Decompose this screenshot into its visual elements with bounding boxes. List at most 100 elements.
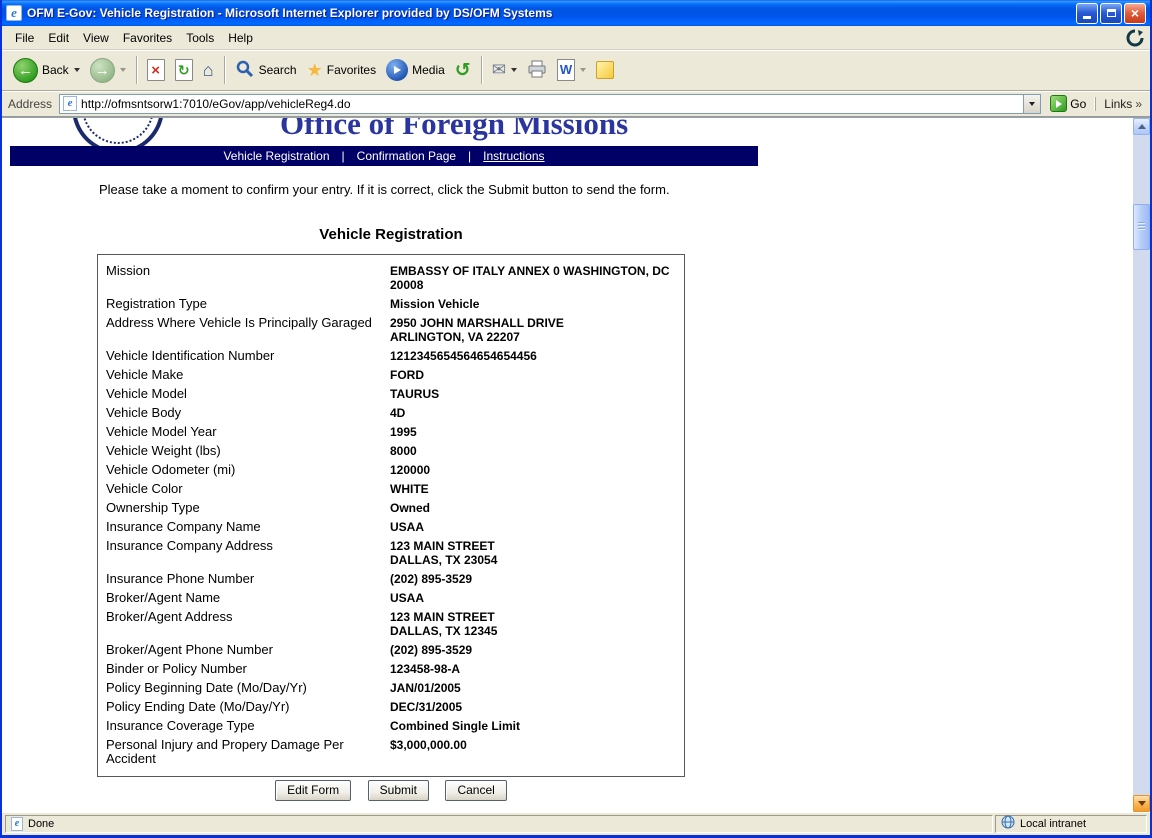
browser-window: e OFM E-Gov: Vehicle Registration - Micr… [0, 0, 1152, 838]
search-button[interactable]: Search [230, 56, 302, 85]
field-label: Insurance Coverage Type [98, 719, 390, 733]
menu-help[interactable]: Help [221, 28, 260, 48]
links-bar[interactable]: Links » [1095, 97, 1146, 111]
table-row: Broker/Agent Phone Number (202) 895-3529 [98, 640, 684, 659]
close-button[interactable]: × [1124, 3, 1146, 24]
field-value: Owned [390, 501, 684, 515]
maximize-button[interactable] [1100, 3, 1122, 24]
field-value: 4D [390, 406, 684, 420]
scrollbar-thumb[interactable] [1133, 204, 1150, 250]
home-button[interactable]: ⌂ [198, 57, 219, 84]
ie-logo-icon: e [6, 5, 22, 21]
chevron-down-icon [1029, 102, 1035, 106]
media-label: Media [412, 63, 445, 77]
field-label: Address Where Vehicle Is Principally Gar… [98, 316, 390, 344]
table-row: Broker/Agent Name USAA [98, 588, 684, 607]
field-label: Registration Type [98, 297, 390, 311]
nav-instructions-link[interactable]: Instructions [483, 149, 544, 163]
field-value: 123 MAIN STREET DALLAS, TX 23054 [390, 539, 684, 567]
nav-vehicle-registration[interactable]: Vehicle Registration [223, 149, 329, 163]
menu-file[interactable]: File [8, 28, 41, 48]
back-icon: ← [13, 58, 38, 83]
field-value: (202) 895-3529 [390, 643, 684, 657]
table-row: Vehicle Model Year 1995 [98, 422, 684, 441]
table-row: Binder or Policy Number 123458-98-A [98, 659, 684, 678]
forward-dropdown-icon [120, 68, 126, 72]
table-row: Vehicle Weight (lbs) 8000 [98, 441, 684, 460]
field-value: USAA [390, 591, 684, 605]
browser-viewport: Office of Foreign Missions Vehicle Regis… [2, 117, 1150, 812]
page-title: Vehicle Registration [97, 226, 685, 243]
mail-dropdown-icon[interactable] [511, 68, 517, 72]
refresh-button[interactable]: ↻ [170, 56, 198, 84]
field-label: Vehicle Model Year [98, 425, 390, 439]
table-row: Address Where Vehicle Is Principally Gar… [98, 313, 684, 346]
back-dropdown-icon[interactable] [74, 68, 80, 72]
field-value: 2950 JOHN MARSHALL DRIVE ARLINGTON, VA 2… [390, 316, 684, 344]
media-button[interactable]: Media [381, 56, 450, 84]
back-button[interactable]: ← Back [8, 55, 85, 86]
maximize-icon [1107, 9, 1116, 17]
address-url[interactable]: http://ofmsntsorw1:7010/eGov/app/vehicle… [81, 97, 1023, 111]
zone-text: Local intranet [1020, 818, 1086, 830]
table-row: Broker/Agent Address 123 MAIN STREET DAL… [98, 607, 684, 640]
field-label: Vehicle Make [98, 368, 390, 382]
field-value: TAURUS [390, 387, 684, 401]
menu-view[interactable]: View [76, 28, 116, 48]
edit-with-word-button[interactable]: W [552, 56, 591, 84]
print-button[interactable] [522, 57, 552, 84]
stop-button[interactable]: × [142, 56, 170, 84]
toolbar-separator [224, 56, 225, 84]
table-row: Insurance Phone Number (202) 895-3529 [98, 569, 684, 588]
nav-confirmation-page[interactable]: Confirmation Page [357, 149, 456, 163]
site-title: Office of Foreign Missions [280, 118, 628, 142]
search-icon [235, 59, 255, 82]
page-status-icon: e [11, 817, 23, 831]
brand-throbber-icon [1126, 29, 1144, 47]
mail-button[interactable]: ✉ [487, 57, 522, 83]
menu-bar: File Edit View Favorites Tools Help [2, 26, 1150, 50]
field-value: WHITE [390, 482, 684, 496]
field-label: Binder or Policy Number [98, 662, 390, 676]
messenger-button[interactable] [591, 58, 619, 82]
minimize-button[interactable] [1076, 3, 1098, 24]
scroll-down-icon [1138, 801, 1146, 806]
address-input[interactable]: e http://ofmsntsorw1:7010/eGov/app/vehic… [59, 94, 1041, 114]
go-button[interactable]: Go [1046, 94, 1090, 113]
scroll-down-button[interactable] [1133, 795, 1150, 812]
edit-form-button[interactable]: Edit Form [275, 780, 351, 801]
favorites-button[interactable]: ★ Favorites [302, 57, 382, 84]
menu-tools[interactable]: Tools [179, 28, 221, 48]
history-button[interactable]: ↺ [450, 56, 476, 85]
window-controls: × [1076, 3, 1146, 24]
table-row: Insurance Coverage Type Combined Single … [98, 716, 684, 735]
go-arrow-icon [1050, 95, 1067, 112]
messenger-icon [596, 61, 614, 79]
address-dropdown-button[interactable] [1023, 95, 1040, 113]
cancel-button[interactable]: Cancel [445, 780, 506, 801]
stop-icon: × [147, 59, 165, 81]
table-row: Vehicle Odometer (mi) 120000 [98, 460, 684, 479]
field-label: Insurance Company Address [98, 539, 390, 567]
links-label: Links [1104, 97, 1132, 111]
field-value: JAN/01/2005 [390, 681, 684, 695]
submit-button[interactable]: Submit [368, 780, 429, 801]
edit-dropdown-icon [580, 68, 586, 72]
menu-favorites[interactable]: Favorites [116, 28, 179, 48]
field-value: 1995 [390, 425, 684, 439]
page-nav: Vehicle Registration | Confirmation Page… [10, 146, 758, 166]
field-label: Broker/Agent Name [98, 591, 390, 605]
forward-button[interactable]: → [85, 55, 131, 86]
table-row: Policy Beginning Date (Mo/Day/Yr) JAN/01… [98, 678, 684, 697]
table-row: Personal Injury and Propery Damage Per A… [98, 735, 684, 768]
table-row: Insurance Company Name USAA [98, 517, 684, 536]
menu-edit[interactable]: Edit [41, 28, 76, 48]
address-bar: Address e http://ofmsntsorw1:7010/eGov/a… [2, 91, 1150, 117]
toolbar: ← Back → × ↻ ⌂ Search ★ Favorites [2, 50, 1150, 91]
vertical-scrollbar[interactable] [1133, 118, 1150, 812]
address-label: Address [6, 97, 54, 111]
scroll-up-button[interactable] [1133, 118, 1150, 135]
mail-icon: ✉ [492, 60, 506, 80]
field-label: Insurance Phone Number [98, 572, 390, 586]
field-label: Vehicle Color [98, 482, 390, 496]
